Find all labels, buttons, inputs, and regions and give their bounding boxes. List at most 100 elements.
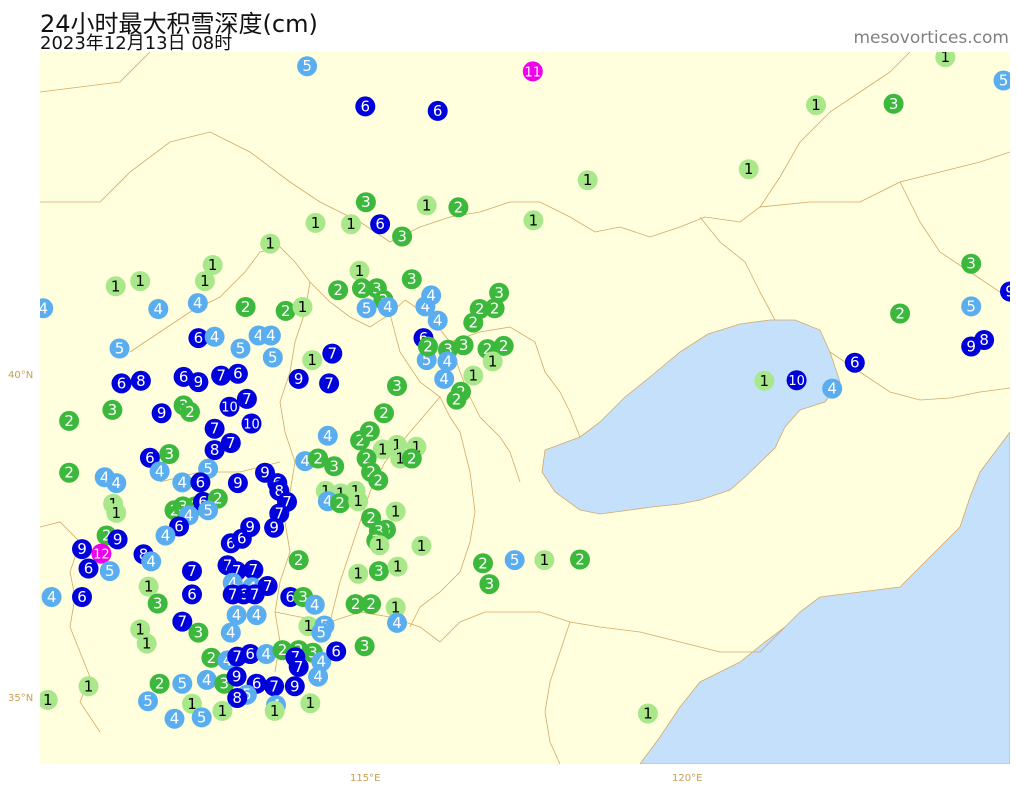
station-marker: 10 — [786, 370, 807, 391]
station-value: 8 — [136, 372, 146, 390]
station-marker: 1 — [738, 159, 759, 180]
station-marker: 7 — [236, 388, 257, 409]
map-frame[interactable]: 5116615311131211163111311132233944422154… — [40, 52, 1010, 764]
station-value: 2 — [407, 450, 417, 468]
station-marker: 4 — [377, 297, 398, 317]
station-marker: 4 — [304, 594, 325, 615]
station-marker: 1 — [194, 271, 215, 292]
station-marker: 1 — [212, 700, 233, 721]
station-value: 9 — [157, 404, 167, 422]
station-value: 6 — [84, 560, 94, 578]
station-marker: 1 — [302, 350, 323, 371]
station-marker: 1 — [300, 693, 321, 714]
station-marker: 6 — [355, 96, 376, 117]
station-value: 1 — [265, 235, 275, 253]
station-marker: 9 — [226, 666, 247, 687]
station-marker: 1 — [348, 563, 369, 584]
station-value: 7 — [294, 658, 304, 676]
station-value: 4 — [146, 552, 156, 570]
station-value: 2 — [351, 595, 361, 613]
station-marker: 2 — [463, 312, 484, 333]
station-value: 1 — [200, 272, 210, 290]
station-value: 1 — [417, 537, 427, 555]
station-value: 5 — [302, 57, 312, 75]
station-marker: 1 — [292, 297, 313, 317]
lat-label-35n: 35°N — [8, 693, 34, 704]
station-value: 1 — [84, 677, 94, 695]
station-marker: 2 — [235, 297, 256, 317]
station-marker: 9 — [151, 403, 172, 424]
station-value: 2 — [64, 412, 74, 430]
station-marker: 8 — [974, 330, 995, 350]
station-value: 1 — [43, 691, 53, 709]
station-value: 2 — [895, 305, 905, 323]
station-value: 3 — [165, 445, 175, 463]
station-marker: 3 — [387, 376, 407, 396]
station-value: 7 — [250, 585, 260, 603]
station-value: 1 — [540, 551, 550, 569]
station-marker: 3 — [453, 335, 474, 356]
station-value: 5 — [115, 340, 125, 358]
station-value: 2 — [379, 404, 389, 422]
station-value: 1 — [422, 196, 432, 214]
station-value: 6 — [233, 365, 243, 383]
station-value: 1 — [111, 277, 121, 295]
station-marker: 4 — [172, 472, 193, 493]
station-value: 2 — [373, 472, 383, 490]
station-marker: 2 — [418, 336, 438, 357]
station-value: 5 — [143, 692, 153, 710]
station-marker: 6 — [326, 641, 347, 662]
station-marker: 1 — [463, 365, 484, 386]
station-marker: 5 — [191, 707, 212, 728]
station-value: 2 — [294, 551, 304, 569]
station-marker: 10 — [241, 413, 262, 434]
station-value: 8 — [979, 331, 989, 349]
station-value: 12 — [93, 548, 110, 563]
station-marker: 5 — [138, 691, 158, 712]
map-canvas[interactable]: 5116615311131211163111311132233944422154… — [40, 52, 1010, 764]
station-marker: 9 — [107, 529, 128, 550]
station-marker: 8 — [130, 370, 151, 391]
station-value: 6 — [77, 588, 87, 606]
station-value: 6 — [187, 585, 197, 603]
station-value: 9 — [194, 373, 204, 391]
station-value: 2 — [499, 337, 509, 355]
station-value: 4 — [232, 606, 242, 624]
station-marker: 5 — [311, 622, 332, 643]
station-value: 2 — [490, 299, 500, 317]
station-value: 6 — [850, 354, 860, 372]
lat-label-40n: 40°N — [8, 370, 34, 381]
station-marker: 1 — [78, 676, 99, 697]
station-value: 7 — [226, 434, 236, 452]
station-value: 3 — [889, 95, 899, 113]
station-marker: 1 — [534, 550, 555, 571]
station-marker: 6 — [227, 363, 248, 384]
station-value: 1 — [353, 565, 363, 583]
station-value: 2 — [454, 198, 464, 216]
station-value: 8 — [232, 689, 242, 707]
station-marker: 3 — [479, 574, 500, 595]
station-value: 3 — [966, 255, 976, 273]
station-marker: 1 — [369, 535, 390, 556]
station-value: 4 — [40, 299, 48, 317]
station-value: 3 — [194, 624, 204, 642]
station-marker: 4 — [260, 325, 281, 346]
station-marker: 5 — [198, 500, 219, 521]
station-value: 2 — [281, 302, 291, 320]
station-marker: 3 — [883, 93, 904, 114]
station-value: 4 — [827, 380, 837, 398]
station-value: 3 — [153, 595, 163, 613]
station-marker: 1 — [806, 95, 826, 116]
station-marker: 1 — [482, 351, 503, 372]
station-value: 4 — [443, 352, 453, 370]
station-value: 1 — [643, 705, 653, 723]
station-value: 1 — [270, 702, 280, 720]
station-marker: 4 — [155, 525, 176, 546]
station-value: 2 — [575, 551, 585, 569]
station-marker: 4 — [822, 378, 843, 399]
station-value: 2 — [423, 338, 433, 356]
station-marker: 1 — [341, 214, 361, 235]
station-value: 6 — [331, 642, 341, 660]
station-value: 5 — [268, 349, 278, 367]
station-marker: 1 — [411, 535, 432, 556]
